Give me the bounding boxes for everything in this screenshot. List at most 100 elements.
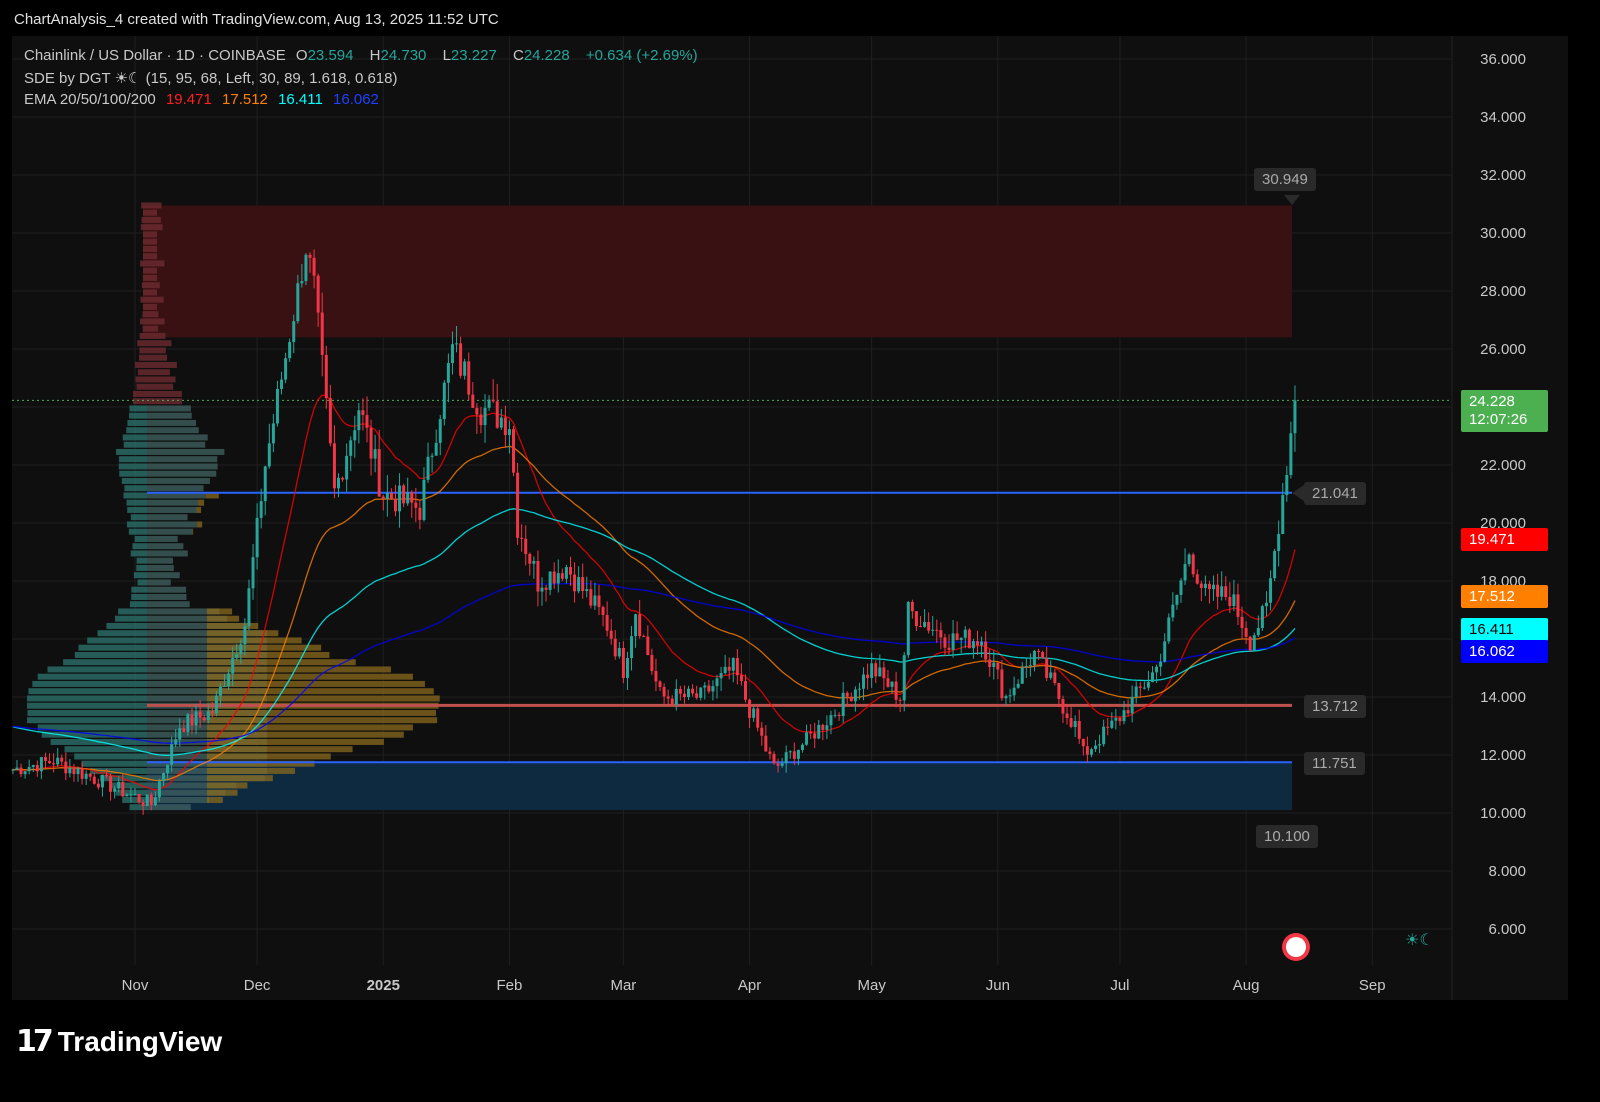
volume-profile-bar <box>147 303 157 310</box>
candle-body <box>682 693 686 698</box>
volume-profile-bar <box>147 209 157 216</box>
sde-legend[interactable]: SDE by DGT ☀☾ (15, 95, 68, Left, 30, 89,… <box>24 69 398 87</box>
candle-body <box>817 724 821 739</box>
volume-profile-bar <box>129 405 147 412</box>
candle-body <box>585 589 589 592</box>
candle-body <box>1277 534 1281 552</box>
candle-body <box>1252 635 1256 651</box>
ema-legend[interactable]: EMA 20/50/100/200 19.471 17.512 16.411 1… <box>24 91 385 108</box>
volume-profile-bar <box>147 202 162 209</box>
candle-body <box>931 629 935 631</box>
candle-body <box>849 696 853 702</box>
candle-body <box>760 727 764 736</box>
candle-body <box>125 794 129 797</box>
y-tick-label: 14.000 <box>1480 689 1526 706</box>
zone-bottom-label: 10.100 <box>1256 825 1318 848</box>
candle-body <box>650 654 654 672</box>
candle-body <box>687 688 691 698</box>
candle-body <box>1187 554 1191 565</box>
volume-profile-bar <box>139 347 147 354</box>
candle-body <box>536 560 540 592</box>
candle-body <box>389 492 393 500</box>
candle-body <box>377 449 381 497</box>
high-label: H <box>369 47 381 64</box>
level-11-label: 11.751 <box>1304 752 1365 775</box>
candle-body <box>320 312 324 355</box>
candle-body <box>35 765 39 772</box>
candle-body <box>296 283 300 322</box>
low-label: L <box>442 47 451 64</box>
volume-profile-bar <box>140 296 147 303</box>
candle-body <box>1207 583 1211 590</box>
candle-body <box>658 681 662 687</box>
candle-body <box>450 344 454 364</box>
volume-profile-bar <box>78 644 147 651</box>
candle-body <box>609 630 613 639</box>
symbol-legend[interactable]: Chainlink / US Dollar · 1D · COINBASE O2… <box>24 47 704 64</box>
volume-profile-bar <box>143 231 147 238</box>
zone-top-pointer <box>1284 195 1300 205</box>
volume-profile-bar <box>147 354 168 361</box>
candle-body <box>1285 474 1289 496</box>
candle-body <box>825 725 829 730</box>
volume-profile-bar <box>147 601 190 608</box>
candle-body <box>72 767 76 775</box>
volume-profile-bar <box>141 202 147 209</box>
candle-body <box>678 688 682 694</box>
candle-body <box>1024 666 1028 668</box>
volume-profile-bar <box>147 412 192 419</box>
volume-profile-bar <box>207 688 434 695</box>
volume-profile-bar <box>147 593 187 600</box>
candle-body <box>316 275 320 313</box>
candle-body <box>206 711 210 721</box>
candle-body <box>1032 650 1036 666</box>
candle-body <box>1081 738 1085 747</box>
candle-body <box>845 692 849 697</box>
candle-body <box>703 685 707 688</box>
ema100-value: 16.411 <box>278 91 323 108</box>
candle-body <box>548 571 552 590</box>
tradingview-logo[interactable]: 𝟭𝟳 TradingView <box>16 1024 222 1059</box>
candle-body <box>284 358 288 380</box>
candle-body <box>1171 604 1175 618</box>
candle-body <box>943 637 947 648</box>
candle-body <box>1179 580 1183 595</box>
candle-body <box>906 601 910 656</box>
candle-body <box>96 783 100 788</box>
volume-profile-bar <box>143 253 147 260</box>
price-chart[interactable]: 36.00034.00032.00030.00028.00026.00024.0… <box>0 0 1600 1102</box>
candle-body <box>1098 744 1102 746</box>
candle-body <box>353 430 357 441</box>
volume-profile-bar <box>147 470 217 477</box>
x-tick-label: 2025 <box>367 977 400 994</box>
candle-body <box>194 711 198 726</box>
candle-body <box>385 492 389 499</box>
candle-body <box>166 764 170 774</box>
volume-profile-bar <box>207 782 248 789</box>
volume-profile-bar <box>28 688 147 695</box>
volume-profile-bar <box>140 224 147 231</box>
candle-body <box>332 443 336 489</box>
volume-profile-bar <box>147 311 159 318</box>
candle-body <box>556 573 560 584</box>
volume-profile-bar <box>147 586 187 593</box>
close-label: C <box>512 47 524 64</box>
volume-profile-bar <box>147 550 188 557</box>
candle-body <box>113 788 117 792</box>
candle-body <box>874 663 878 677</box>
volume-profile-bar <box>192 528 194 535</box>
candle-body <box>402 485 406 504</box>
volume-profile-bar <box>207 615 240 622</box>
candle-body <box>552 571 556 584</box>
x-tick-label: Feb <box>497 977 523 994</box>
candle-body <box>345 455 349 480</box>
candle-body <box>422 479 426 520</box>
volume-profile-bar <box>147 318 165 325</box>
candle-body <box>666 696 670 699</box>
close-value: 24.228 <box>523 47 570 64</box>
candle-body <box>642 636 646 638</box>
candle-body <box>512 429 516 473</box>
last-price-tag: 24.228 12:07:26 <box>1461 390 1548 432</box>
candle-body <box>800 744 804 750</box>
volume-profile-bar <box>123 441 147 448</box>
